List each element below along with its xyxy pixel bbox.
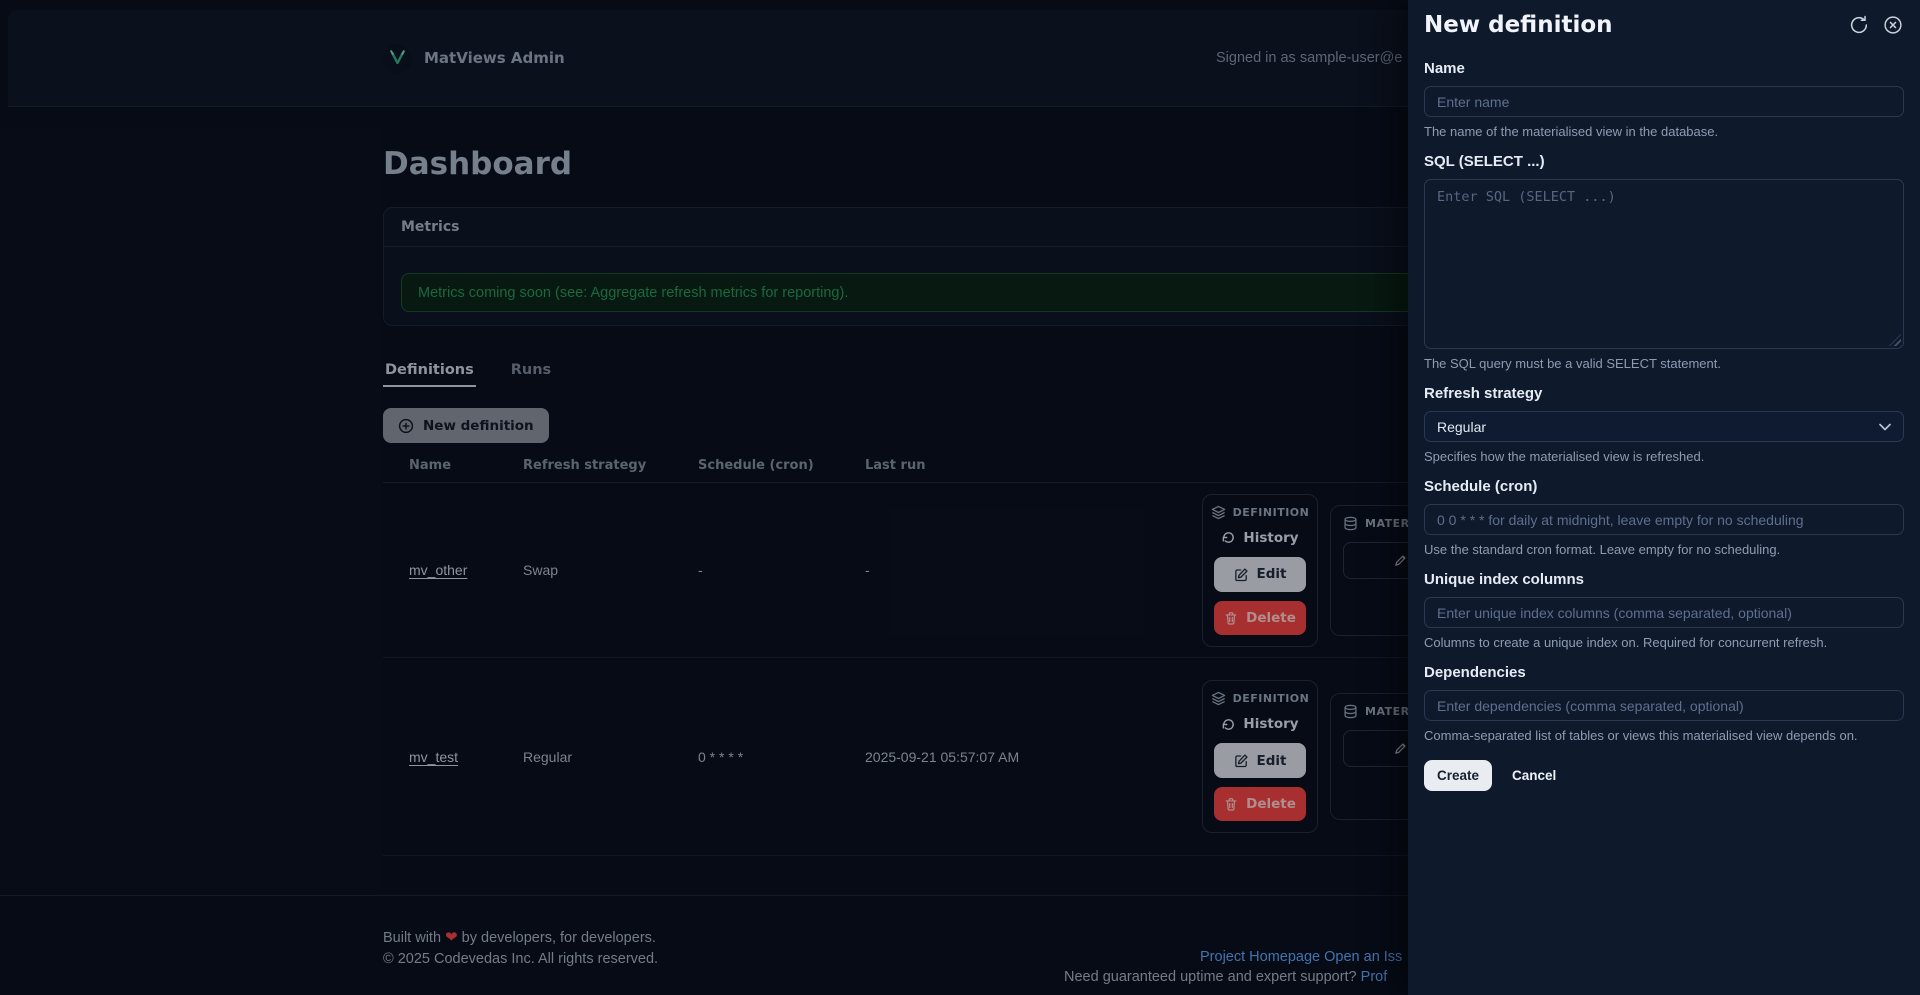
drawer-title: New definition (1424, 12, 1613, 38)
name-input[interactable] (1424, 86, 1904, 117)
name-field-label: Name (1424, 60, 1465, 77)
refresh-strategy-value: Regular (1437, 418, 1487, 435)
unique-index-label: Unique index columns (1424, 571, 1585, 588)
dependencies-label: Dependencies (1424, 664, 1526, 681)
drawer-header: New definition (1424, 12, 1904, 38)
close-icon[interactable] (1882, 14, 1904, 36)
refresh-strategy-help: Specifies how the materialised view is r… (1424, 449, 1705, 464)
schedule-field-help: Use the standard cron format. Leave empt… (1424, 542, 1781, 557)
refresh-strategy-label: Refresh strategy (1424, 385, 1543, 402)
refresh-icon[interactable] (1848, 14, 1870, 36)
dependencies-input[interactable] (1424, 690, 1904, 721)
dependencies-help: Comma-separated list of tables or views … (1424, 728, 1858, 743)
sql-field-help: The SQL query must be a valid SELECT sta… (1424, 356, 1721, 371)
new-definition-drawer: New definition Name The name of the mate… (1408, 0, 1920, 995)
sql-textarea[interactable] (1424, 179, 1904, 349)
unique-index-input[interactable] (1424, 597, 1904, 628)
unique-index-help: Columns to create a unique index on. Req… (1424, 635, 1828, 650)
cancel-button[interactable]: Cancel (1512, 768, 1556, 783)
drawer-buttons: Create Cancel (1424, 760, 1904, 791)
sql-field-label: SQL (SELECT ...) (1424, 153, 1545, 170)
create-button[interactable]: Create (1424, 760, 1493, 791)
refresh-strategy-select[interactable]: Regular (1424, 411, 1904, 442)
chevron-down-icon (1879, 423, 1891, 431)
drawer-header-icons (1848, 14, 1904, 36)
name-field-help: The name of the materialised view in the… (1424, 124, 1719, 139)
schedule-input[interactable] (1424, 504, 1904, 535)
schedule-field-label: Schedule (cron) (1424, 478, 1538, 495)
